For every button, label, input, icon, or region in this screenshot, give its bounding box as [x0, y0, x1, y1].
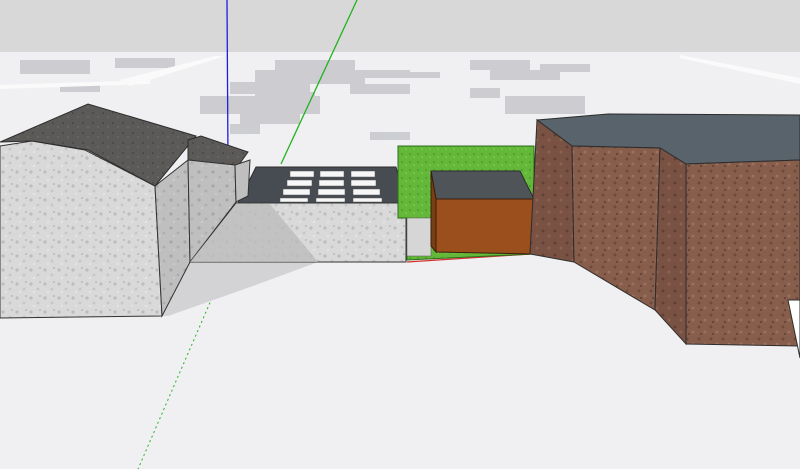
garage-front: [435, 198, 535, 255]
sky: [0, 0, 800, 58]
extension-side-wall: [234, 159, 251, 203]
brick-wing-left: [654, 147, 687, 346]
brick-wing-front: [685, 159, 800, 347]
sketchup-3d-viewport[interactable]: [0, 0, 800, 469]
garage-roof: [430, 170, 535, 200]
brown-garage[interactable]: [430, 170, 535, 255]
hedge-gap: [406, 217, 432, 257]
3d-scene[interactable]: [0, 0, 800, 469]
